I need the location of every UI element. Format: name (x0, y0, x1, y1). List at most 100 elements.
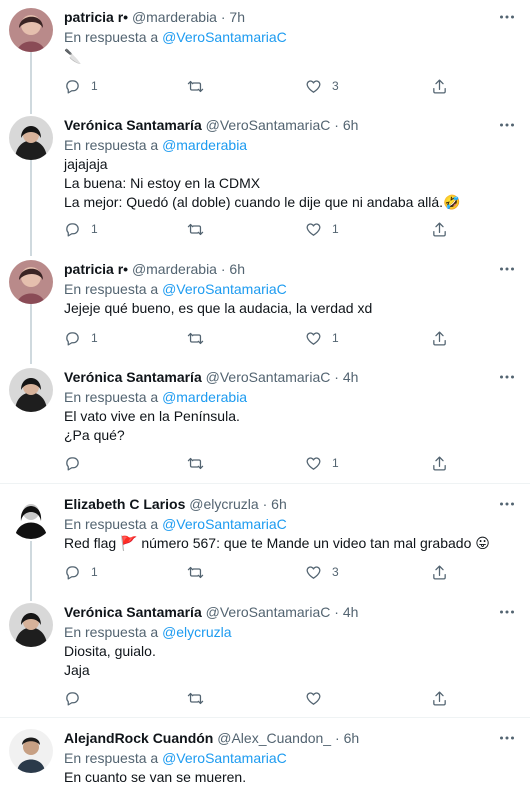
tweet-actions: 1 3 (64, 77, 454, 95)
reply-button[interactable]: 1 (64, 220, 98, 238)
like-button[interactable] (305, 689, 332, 707)
avatar[interactable] (9, 495, 53, 539)
display-name[interactable]: Verónica Santamaría (64, 117, 202, 133)
reply-prefix: En respuesta a (64, 137, 159, 153)
timestamp[interactable]: 6h (343, 117, 359, 133)
retweet-button[interactable] (187, 454, 214, 472)
display-name[interactable]: Elizabeth C Larios (64, 496, 185, 512)
like-button[interactable]: 1 (305, 220, 339, 238)
avatar[interactable] (9, 729, 53, 773)
tweet[interactable]: Verónica Santamaría @VeroSantamariaC · 4… (0, 368, 530, 478)
tweet-line: En cuanto se van se mueren. (64, 769, 247, 785)
like-button[interactable]: 1 (305, 329, 339, 347)
tweet-header: Verónica Santamaría @VeroSantamariaC · 4… (64, 368, 358, 386)
tweet[interactable]: Verónica Santamaría @VeroSantamariaC · 4… (0, 603, 530, 713)
separator (0, 717, 530, 718)
tweet-line: La mejor: Quedó (al doble) cuando le dij… (64, 194, 461, 210)
more-icon[interactable] (498, 368, 516, 386)
reply-count: 1 (91, 565, 98, 579)
more-icon[interactable] (498, 260, 516, 278)
reply-icon (66, 456, 79, 471)
user-handle[interactable]: @Alex_Cuandon_ (217, 730, 331, 746)
timestamp[interactable]: 7h (229, 9, 245, 25)
tweet-header: patricia r• @marderabia · 7h (64, 8, 245, 26)
reply-count: 1 (91, 79, 98, 93)
like-count: 1 (332, 331, 339, 345)
reply-to-mention[interactable]: @marderabia (162, 137, 247, 153)
retweet-button[interactable] (187, 329, 214, 347)
tweet[interactable]: patricia r• @marderabia · 6h En respuest… (0, 260, 530, 355)
avatar[interactable] (9, 368, 53, 412)
tweet-actions (64, 689, 454, 707)
like-count: 3 (332, 565, 339, 579)
display-name[interactable]: Verónica Santamaría (64, 369, 202, 385)
reply-button[interactable]: 1 (64, 563, 98, 581)
share-icon (433, 690, 446, 706)
user-handle[interactable]: @VeroSantamariaC (206, 604, 331, 620)
reply-to-mention[interactable]: @VeroSantamariaC (162, 281, 287, 297)
retweet-button[interactable] (187, 77, 214, 95)
display-name[interactable]: patricia r• (64, 9, 128, 25)
timestamp[interactable]: 6h (344, 730, 360, 746)
reply-to-mention[interactable]: @VeroSantamariaC (162, 516, 287, 532)
share-button[interactable] (431, 77, 448, 95)
tweet-text: Jejeje qué bueno, es que la audacia, la … (64, 299, 372, 318)
reply-to-mention[interactable]: @VeroSantamariaC (162, 29, 287, 45)
more-icon[interactable] (498, 8, 516, 26)
timestamp[interactable]: 4h (343, 604, 359, 620)
tweet-header: Elizabeth C Larios @elycruzla · 6h (64, 495, 287, 513)
share-button[interactable] (431, 220, 448, 238)
tweet[interactable]: Elizabeth C Larios @elycruzla · 6h En re… (0, 495, 530, 590)
reply-to-mention[interactable]: @elycruzla (162, 624, 231, 640)
share-button[interactable] (431, 563, 448, 581)
avatar[interactable] (9, 260, 53, 304)
separator (0, 483, 530, 484)
reply-button[interactable]: 1 (64, 329, 98, 347)
reply-context: En respuesta a @elycruzla (64, 623, 232, 641)
like-count: 1 (332, 456, 339, 470)
reply-button[interactable] (64, 689, 91, 707)
share-icon (433, 78, 446, 94)
reply-to-mention[interactable]: @marderabia (162, 389, 247, 405)
like-button[interactable]: 1 (305, 454, 339, 472)
user-handle[interactable]: @marderabia (132, 9, 217, 25)
reply-prefix: En respuesta a (64, 624, 159, 640)
tweet-line: 🔪 (64, 48, 82, 64)
reply-button[interactable]: 1 (64, 77, 98, 95)
share-icon (433, 330, 446, 346)
tweet[interactable]: Verónica Santamaría @VeroSantamariaC · 6… (0, 116, 530, 246)
user-handle[interactable]: @VeroSantamariaC (206, 117, 331, 133)
more-icon[interactable] (498, 116, 516, 134)
like-button[interactable]: 3 (305, 563, 339, 581)
reply-to-mention[interactable]: @VeroSantamariaC (162, 750, 287, 766)
more-icon[interactable] (498, 603, 516, 621)
more-icon[interactable] (498, 495, 516, 513)
more-icon[interactable] (498, 729, 516, 747)
like-count: 1 (332, 222, 339, 236)
retweet-button[interactable] (187, 689, 214, 707)
user-handle[interactable]: @VeroSantamariaC (206, 369, 331, 385)
timestamp[interactable]: 6h (229, 261, 245, 277)
display-name[interactable]: AlejandRock Cuandón (64, 730, 213, 746)
heart-icon (306, 331, 321, 345)
tweet[interactable]: AlejandRock Cuandón @Alex_Cuandon_ · 6h … (0, 729, 530, 793)
reply-button[interactable] (64, 454, 91, 472)
avatar[interactable] (9, 603, 53, 647)
share-button[interactable] (431, 689, 448, 707)
retweet-button[interactable] (187, 563, 214, 581)
avatar[interactable] (9, 116, 53, 160)
timestamp[interactable]: 6h (271, 496, 287, 512)
reply-prefix: En respuesta a (64, 750, 159, 766)
share-button[interactable] (431, 329, 448, 347)
share-button[interactable] (431, 454, 448, 472)
tweet[interactable]: patricia r• @marderabia · 7h En respuest… (0, 8, 530, 108)
avatar[interactable] (9, 8, 53, 52)
user-handle[interactable]: @elycruzla (189, 496, 258, 512)
user-handle[interactable]: @marderabia (132, 261, 217, 277)
display-name[interactable]: Verónica Santamaría (64, 604, 202, 620)
display-name[interactable]: patricia r• (64, 261, 128, 277)
separator-dot: · (334, 117, 339, 133)
timestamp[interactable]: 4h (343, 369, 359, 385)
like-button[interactable]: 3 (305, 77, 339, 95)
retweet-button[interactable] (187, 220, 214, 238)
